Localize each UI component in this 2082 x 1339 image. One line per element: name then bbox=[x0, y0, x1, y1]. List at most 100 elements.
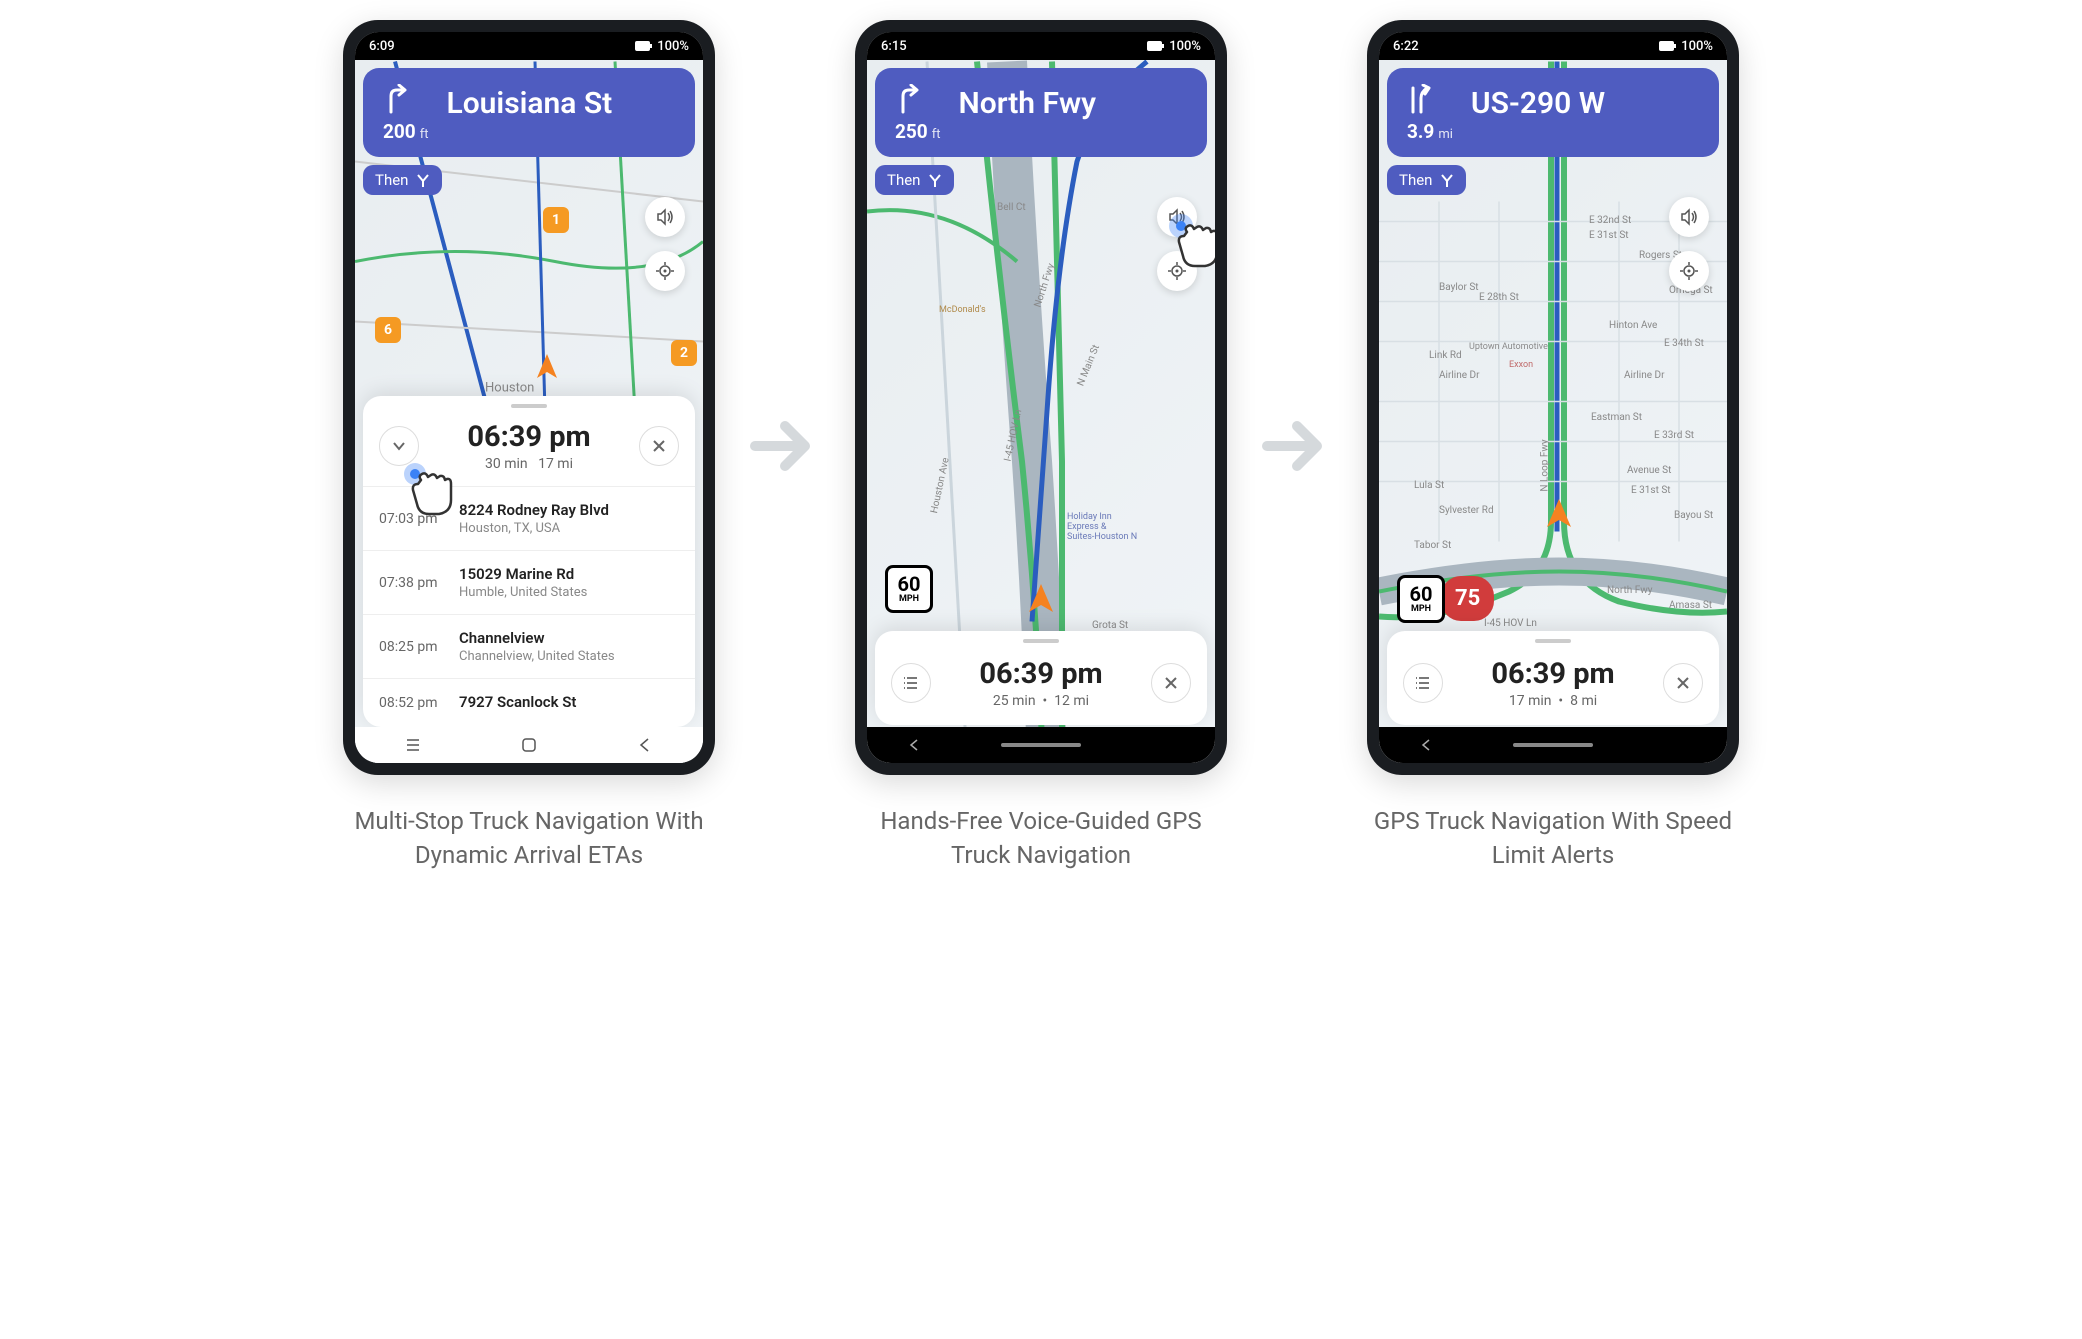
eta-arrival: 06:39 pm bbox=[429, 420, 629, 454]
nav-unit: ft bbox=[420, 127, 429, 142]
list-button[interactable] bbox=[891, 663, 931, 703]
nav-banner[interactable]: 200 ft Louisiana St bbox=[363, 68, 695, 157]
battery-pct: 100% bbox=[1169, 39, 1201, 54]
battery-pct: 100% bbox=[1681, 39, 1713, 54]
close-button[interactable] bbox=[1151, 663, 1191, 703]
bottom-sheet[interactable]: 06:39 pm 17 min • 8 mi bbox=[1387, 631, 1719, 725]
nav-distance: 200 bbox=[383, 120, 416, 143]
status-bar: 6:09 100% bbox=[355, 32, 703, 60]
home-pill[interactable] bbox=[1001, 743, 1081, 747]
speed-limit-sign: 60 MPH bbox=[1397, 575, 1445, 623]
eta-arrival: 06:39 pm bbox=[941, 657, 1141, 691]
crosshair-icon bbox=[656, 262, 674, 280]
caption-3: GPS Truck Navigation With Speed Limit Al… bbox=[1373, 805, 1733, 872]
system-nav bbox=[1379, 727, 1727, 763]
sheet-handle[interactable] bbox=[511, 404, 547, 408]
stop-list[interactable]: 07:03 pm8224 Rodney Ray BlvdHouston, TX,… bbox=[363, 486, 695, 727]
phone-3: 6:22 100% E 32nd St E 31st St Rogers St … bbox=[1367, 20, 1739, 775]
nav-banner[interactable]: 250 ft North Fwy bbox=[875, 68, 1207, 157]
then-chip[interactable]: Then bbox=[363, 165, 442, 195]
bottom-sheet[interactable]: 06:39 pm 25 min • 12 mi bbox=[875, 631, 1207, 725]
sheet-handle[interactable] bbox=[1023, 639, 1059, 643]
speaker-icon bbox=[656, 208, 674, 226]
back-icon[interactable] bbox=[907, 738, 921, 752]
merge-right-icon bbox=[1407, 84, 1433, 114]
arrow-right-icon bbox=[745, 406, 825, 486]
status-bar: 6:15 100% bbox=[867, 32, 1215, 60]
list-button[interactable] bbox=[1403, 663, 1443, 703]
crosshair-icon bbox=[1680, 262, 1698, 280]
nav-distance: 3.9 bbox=[1407, 120, 1434, 143]
phone-1: 6:09 100% Houston 1 6 2 200 ft Louisiana … bbox=[343, 20, 715, 775]
nav-unit: mi bbox=[1438, 127, 1453, 142]
close-button[interactable] bbox=[1663, 663, 1703, 703]
home-pill[interactable] bbox=[1513, 743, 1593, 747]
list-icon bbox=[1415, 675, 1431, 691]
sound-button[interactable] bbox=[1669, 197, 1709, 237]
fork-icon bbox=[1440, 173, 1454, 187]
battery-icon bbox=[1659, 41, 1677, 51]
recenter-button[interactable] bbox=[645, 251, 685, 291]
nav-banner[interactable]: 3.9 mi US-290 W bbox=[1387, 68, 1719, 157]
nav-distance: 250 bbox=[895, 120, 928, 143]
stop-pin-2[interactable]: 2 bbox=[671, 340, 697, 366]
turn-right-icon bbox=[895, 84, 921, 114]
clock: 6:09 bbox=[369, 39, 395, 54]
stop-row[interactable]: 08:52 pm7927 Scanlock St bbox=[363, 678, 695, 727]
nav-street: North Fwy bbox=[958, 86, 1096, 121]
home-icon[interactable] bbox=[521, 737, 537, 753]
back-icon[interactable] bbox=[637, 737, 653, 753]
nav-unit: ft bbox=[932, 127, 941, 142]
recents-icon[interactable] bbox=[405, 737, 421, 753]
sound-button[interactable] bbox=[1157, 197, 1197, 237]
status-bar: 6:22 100% bbox=[1379, 32, 1727, 60]
then-chip[interactable]: Then bbox=[875, 165, 954, 195]
recenter-button[interactable] bbox=[1157, 251, 1197, 291]
then-label: Then bbox=[1399, 171, 1432, 189]
eta-sub: 17 min • 8 mi bbox=[1453, 693, 1653, 709]
speed-limit-sign: 60 MPH bbox=[885, 565, 933, 613]
collapse-button[interactable] bbox=[379, 426, 419, 466]
crosshair-icon bbox=[1168, 262, 1186, 280]
close-button[interactable] bbox=[639, 426, 679, 466]
speaker-icon bbox=[1168, 208, 1186, 226]
phone-2: 6:15 100% McDonald's Holiday InnExpress … bbox=[855, 20, 1227, 775]
close-icon bbox=[1676, 676, 1690, 690]
stop-row[interactable]: 07:38 pm15029 Marine RdHumble, United St… bbox=[363, 550, 695, 614]
caption-1: Multi-Stop Truck Navigation With Dynamic… bbox=[349, 805, 709, 872]
system-nav bbox=[355, 727, 703, 763]
fork-icon bbox=[416, 173, 430, 187]
stop-row[interactable]: 07:03 pm8224 Rodney Ray BlvdHouston, TX,… bbox=[363, 486, 695, 550]
stop-pin-6[interactable]: 6 bbox=[375, 317, 401, 343]
clock: 6:15 bbox=[881, 39, 907, 54]
battery-icon bbox=[635, 41, 653, 51]
nav-street: US-290 W bbox=[1471, 86, 1605, 121]
eta-sub: 30 min 17 mi bbox=[429, 456, 629, 472]
location-arrow-icon bbox=[1543, 497, 1575, 533]
location-arrow-icon bbox=[533, 352, 561, 384]
recenter-button[interactable] bbox=[1669, 251, 1709, 291]
then-label: Then bbox=[375, 171, 408, 189]
then-label: Then bbox=[887, 171, 920, 189]
stop-row[interactable]: 08:25 pmChannelviewChannelview, United S… bbox=[363, 614, 695, 678]
sound-button[interactable] bbox=[645, 197, 685, 237]
sheet-handle[interactable] bbox=[1535, 639, 1571, 643]
nav-street: Louisiana St bbox=[446, 86, 612, 121]
arrow-right-icon bbox=[1257, 406, 1337, 486]
caption-2: Hands-Free Voice-Guided GPS Truck Naviga… bbox=[861, 805, 1221, 872]
close-icon bbox=[1164, 676, 1178, 690]
stop-pin-1[interactable]: 1 bbox=[543, 207, 569, 233]
list-icon bbox=[903, 675, 919, 691]
back-icon[interactable] bbox=[1419, 738, 1433, 752]
battery-icon bbox=[1147, 41, 1165, 51]
bottom-sheet[interactable]: 06:39 pm 30 min 17 mi 07:03 pm8224 Rodne… bbox=[363, 396, 695, 727]
turn-right-icon bbox=[383, 84, 409, 114]
svg-text:Houston: Houston bbox=[485, 381, 534, 396]
fork-icon bbox=[928, 173, 942, 187]
close-icon bbox=[652, 439, 666, 453]
then-chip[interactable]: Then bbox=[1387, 165, 1466, 195]
eta-sub: 25 min • 12 mi bbox=[941, 693, 1141, 709]
eta-arrival: 06:39 pm bbox=[1453, 657, 1653, 691]
clock: 6:22 bbox=[1393, 39, 1419, 54]
location-arrow-icon bbox=[1025, 582, 1057, 618]
